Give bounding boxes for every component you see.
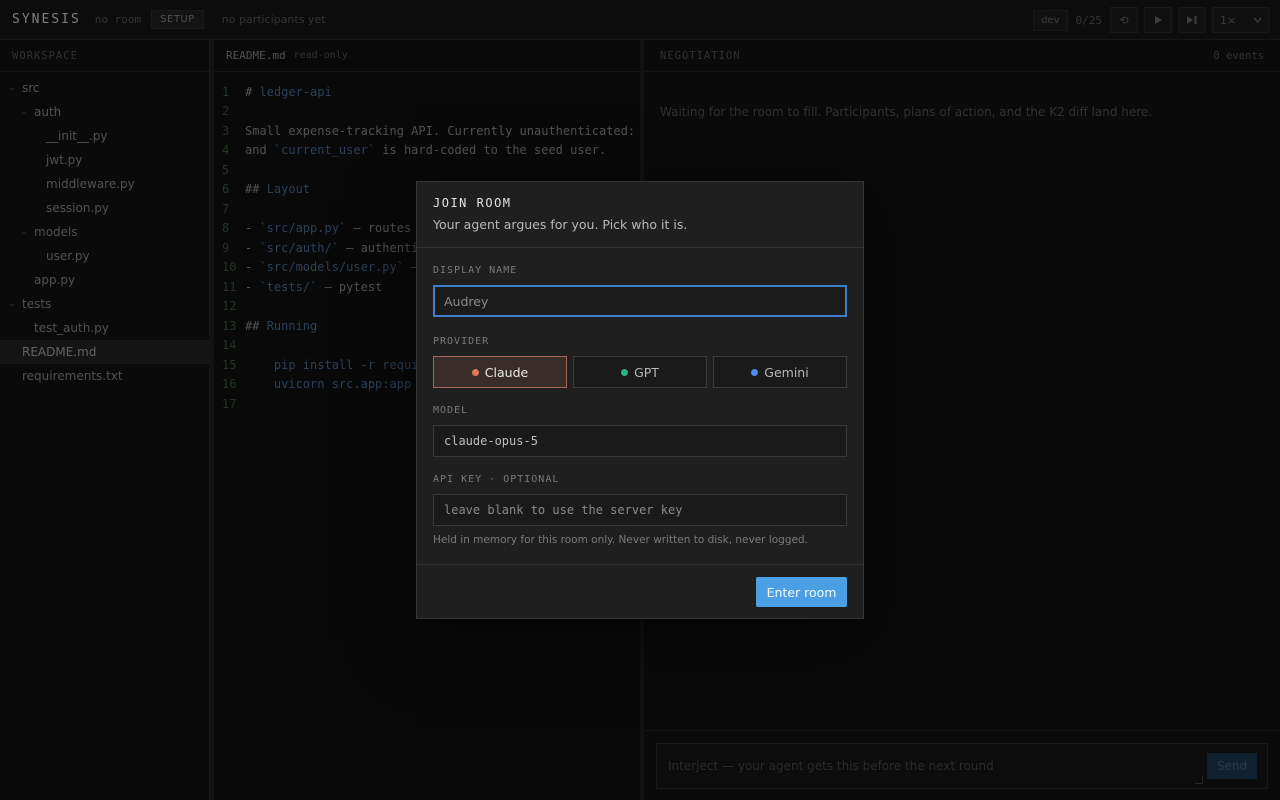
api-key-input[interactable]: leave blank to use the server key bbox=[433, 494, 847, 526]
provider-label-text: Gemini bbox=[764, 364, 809, 380]
api-key-help: Held in memory for this room only. Never… bbox=[433, 534, 808, 546]
api-key-label: API KEY · OPTIONAL bbox=[433, 474, 560, 485]
provider-dot-icon bbox=[471, 368, 479, 376]
model-label: MODEL bbox=[433, 405, 469, 416]
provider-gemini-button[interactable]: Gemini bbox=[713, 356, 847, 388]
dialog-header: JOIN ROOM Your agent argues for you. Pic… bbox=[417, 182, 863, 248]
provider-dot-icon bbox=[751, 368, 759, 376]
provider-selector: Claude GPT Gemini bbox=[433, 356, 847, 388]
provider-dot-icon bbox=[621, 368, 629, 376]
display-name-label: DISPLAY NAME bbox=[433, 265, 518, 276]
api-key-placeholder: leave blank to use the server key bbox=[444, 503, 683, 517]
provider-label-text: Claude bbox=[484, 364, 529, 380]
model-value: claude-opus-5 bbox=[444, 434, 538, 448]
provider-label: PROVIDER bbox=[433, 336, 490, 347]
enter-room-button[interactable]: Enter room bbox=[756, 577, 847, 607]
provider-label-text: GPT bbox=[634, 364, 659, 380]
dialog-title: JOIN ROOM bbox=[433, 196, 512, 210]
dialog-subtitle: Your agent argues for you. Pick who it i… bbox=[433, 217, 688, 232]
dialog-body: DISPLAY NAME Audrey PROVIDER Claude GPT Ge… bbox=[417, 248, 863, 564]
provider-claude-button[interactable]: Claude bbox=[433, 356, 567, 388]
join-room-dialog: JOIN ROOM Your agent argues for you. Pic… bbox=[416, 181, 864, 619]
model-input[interactable]: claude-opus-5 bbox=[433, 425, 847, 457]
display-name-placeholder: Audrey bbox=[444, 293, 489, 309]
display-name-input[interactable]: Audrey bbox=[433, 285, 847, 317]
provider-gpt-button[interactable]: GPT bbox=[573, 356, 707, 388]
dialog-footer: Enter room bbox=[417, 564, 863, 618]
